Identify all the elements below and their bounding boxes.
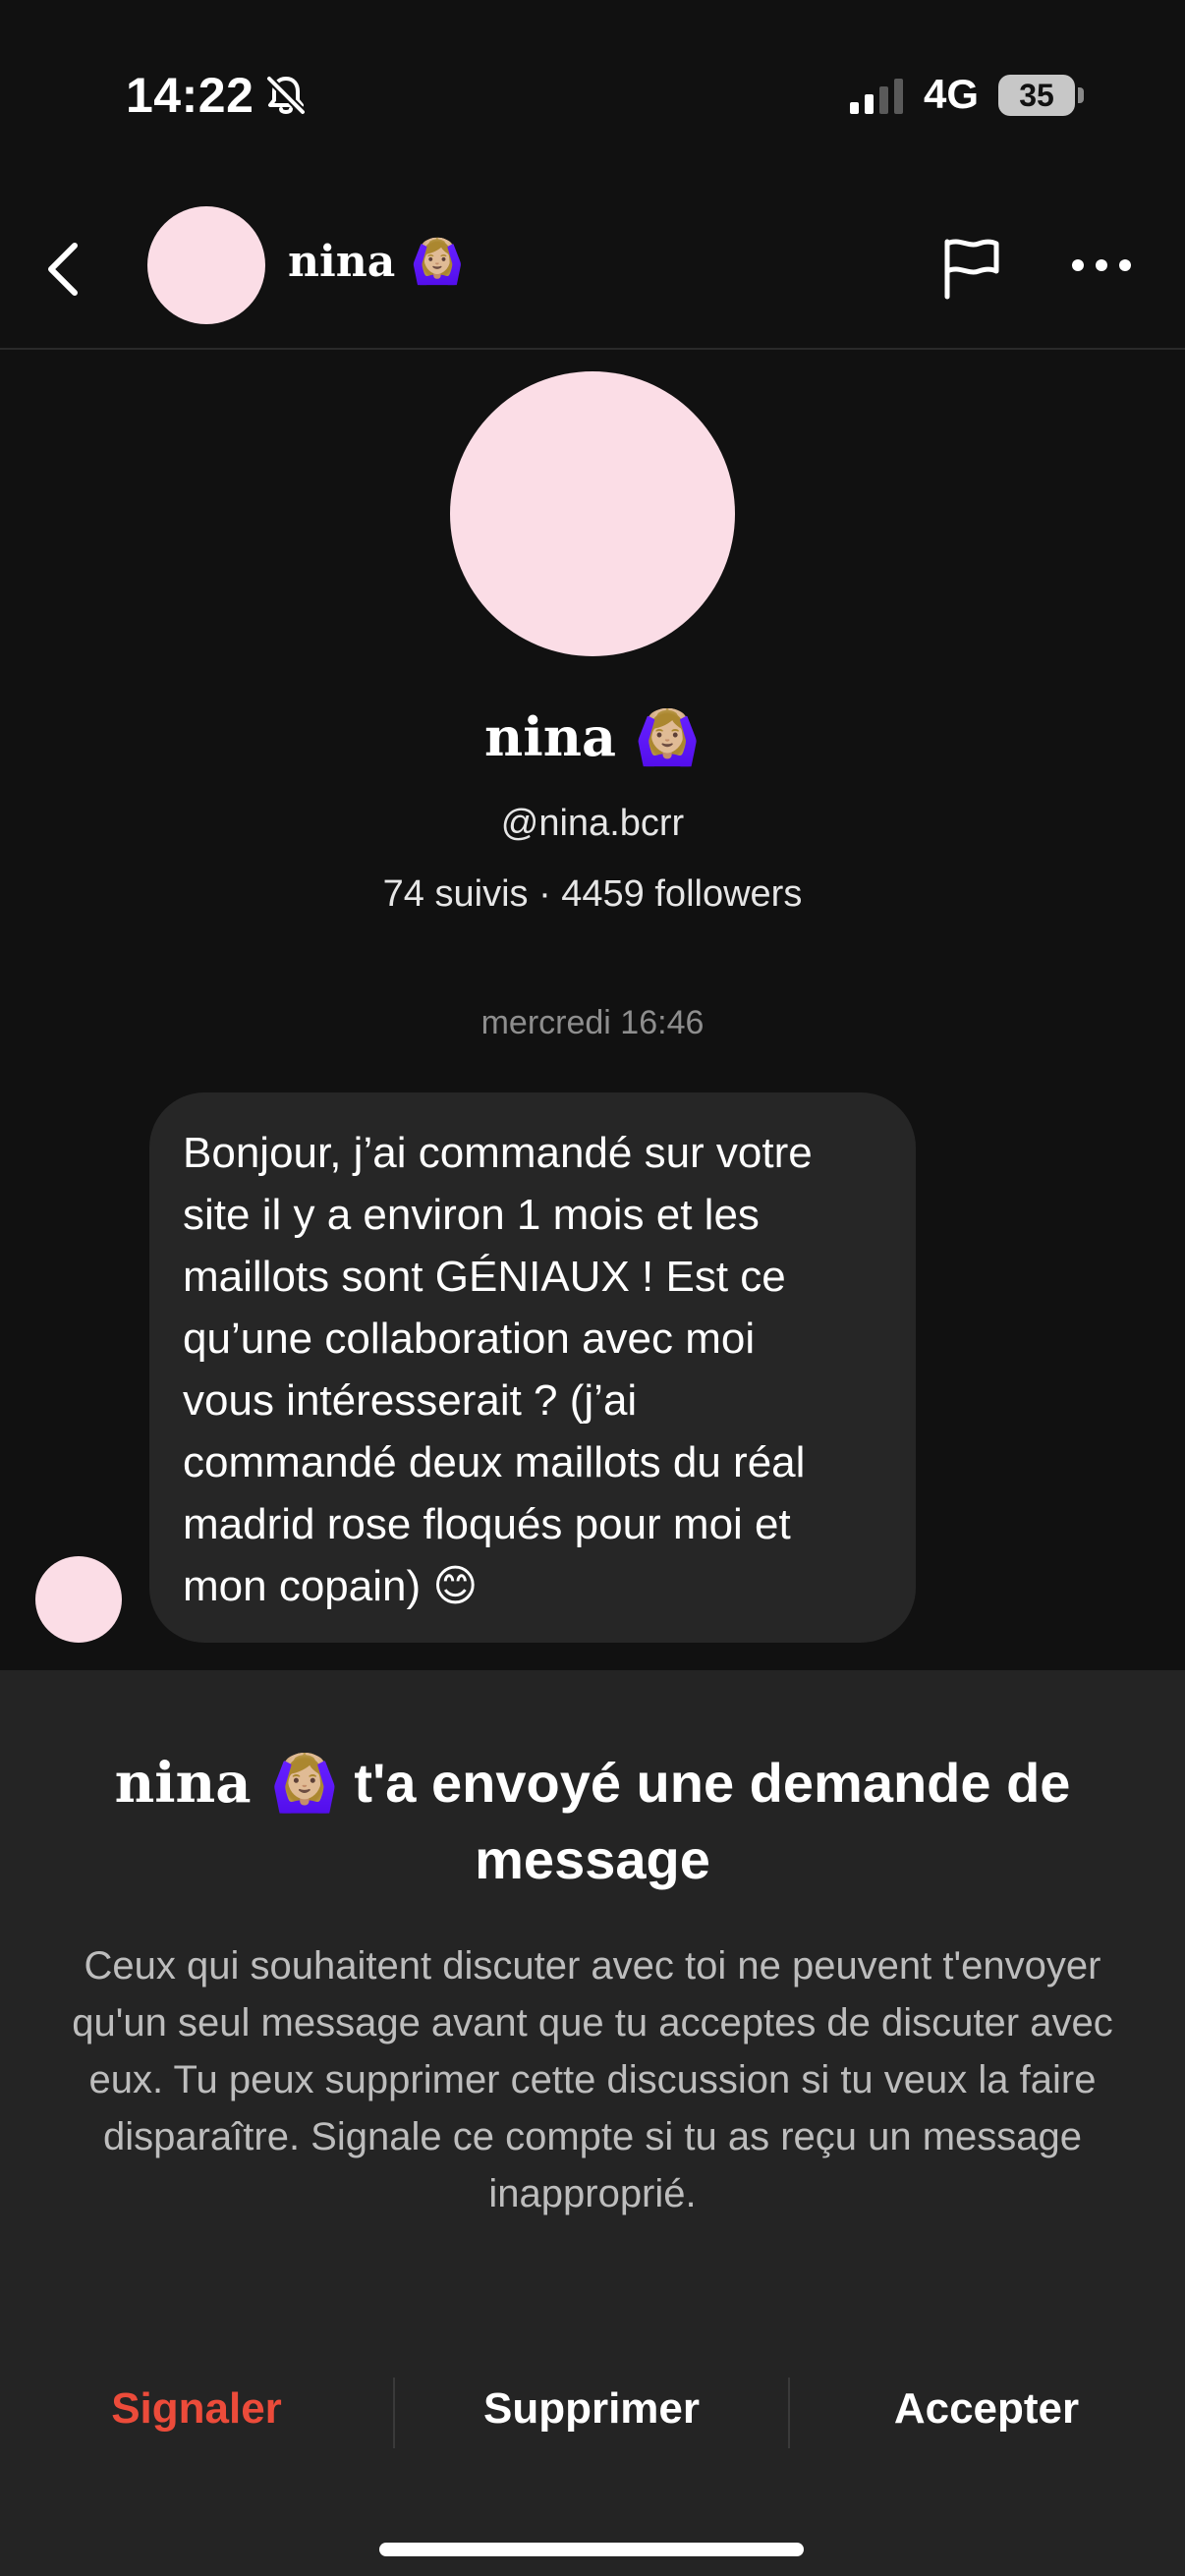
- bell-slash-icon: [266, 76, 306, 115]
- report-button[interactable]: Signaler: [0, 2368, 393, 2450]
- profile-name: nina 🙆🏼‍♀️: [483, 705, 702, 768]
- battery-cap: [1078, 87, 1084, 103]
- message-line: madrid rose floqués pour moi et: [183, 1500, 791, 1548]
- flag-icon[interactable]: [937, 234, 1006, 303]
- request-title-text: t'a envoyé une demande de message: [338, 1752, 1071, 1890]
- message-line: vous intéresserait ? (j’ai: [183, 1376, 638, 1425]
- profile-avatar[interactable]: [450, 371, 735, 656]
- more-icon[interactable]: [1069, 246, 1134, 285]
- back-chevron-icon[interactable]: [39, 238, 88, 301]
- message-line: qu’une collaboration avec moi: [183, 1315, 756, 1363]
- message-bubble[interactable]: Bonjour, j’ai commandé sur votre site il…: [149, 1092, 916, 1643]
- conversation-header: nina 🙆🏼‍♀️: [0, 187, 1185, 350]
- message-line: commandé deux maillots du réal: [183, 1438, 806, 1486]
- signal-icon: [850, 79, 903, 114]
- delete-button[interactable]: Supprimer: [395, 2368, 788, 2450]
- request-actions: Signaler Supprimer Accepter: [0, 2368, 1185, 2450]
- request-title-name: nina 🙆🏼‍♀️: [114, 1751, 339, 1816]
- status-time: 14:22: [126, 68, 254, 123]
- message-line: maillots sont GÉNIAUX ! Est ce: [183, 1253, 786, 1301]
- message-line: site il y a environ 1 mois et les: [183, 1191, 760, 1239]
- message-timestamp: mercredi 16:46: [480, 1004, 705, 1041]
- message-line: mon copain) 😊: [183, 1562, 479, 1610]
- network-label: 4G: [924, 71, 980, 117]
- profile-handle: @nina.bcrr: [500, 803, 685, 844]
- header-name[interactable]: nina 🙆🏼‍♀️: [288, 236, 464, 287]
- battery-indicator: 35: [998, 75, 1075, 116]
- accept-button[interactable]: Accepter: [790, 2368, 1183, 2450]
- request-description: Ceux qui souhaitent discuter avec toi ne…: [72, 1944, 1113, 2215]
- home-indicator[interactable]: [379, 2543, 804, 2556]
- status-bar: 14:22 4G 35: [0, 0, 1185, 187]
- header-avatar[interactable]: [147, 206, 265, 324]
- request-title: nina 🙆🏼‍♀️ t'a envoyé une demande de mes…: [98, 1745, 1087, 1898]
- message-line: Bonjour, j’ai commandé sur votre: [183, 1129, 813, 1177]
- profile-stats: 74 suivis · 4459 followers: [382, 873, 803, 915]
- sender-avatar[interactable]: [35, 1556, 122, 1643]
- message-request-sheet: nina 🙆🏼‍♀️ t'a envoyé une demande de mes…: [0, 1670, 1185, 2576]
